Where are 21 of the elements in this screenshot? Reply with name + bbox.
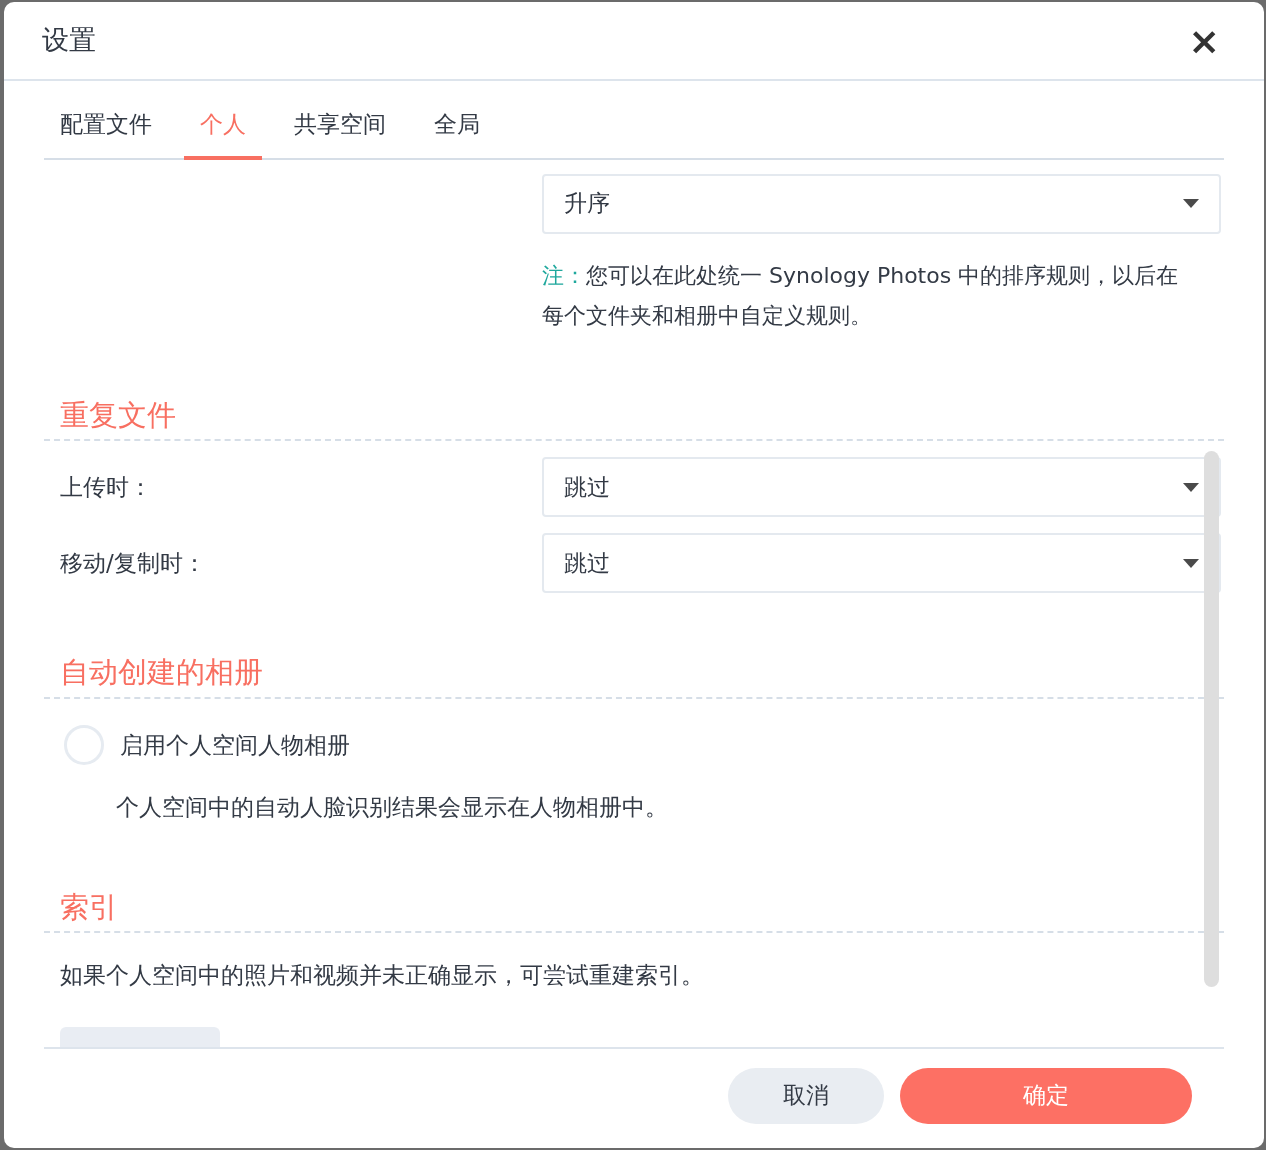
dropdown[interactable]: 跳过 <box>542 457 1221 517</box>
tab[interactable]: 共享空间 <box>278 95 402 160</box>
tab[interactable]: 全局 <box>418 95 496 160</box>
dialog-title: 设置 <box>42 23 96 58</box>
caret-icon <box>1183 558 1199 568</box>
dropdown[interactable]: 升序 <box>542 173 1221 234</box>
caret-icon <box>1183 482 1199 492</box>
note-text: 注：您可以在此处统一 Synology Photos 中的排序规则，以后在每个文件夹和相册中自定义规则。 <box>542 261 1180 330</box>
tab[interactable]: 配置文件 <box>44 95 168 160</box>
field-label: 移动/复制时： <box>59 548 207 578</box>
radio-label: 启用个人空间人物相册 <box>120 730 350 760</box>
body-text: 如果个人空间中的照片和视频并未正确显示，可尝试重建索引。 <box>59 961 704 990</box>
description-text: 个人空间中的自动人脸识别结果会显示在人物相册中。 <box>115 792 668 822</box>
dropdown[interactable]: 跳过 <box>542 533 1221 593</box>
section-title: 重复文件 <box>44 393 1224 441</box>
caret-icon <box>1183 199 1199 208</box>
close-button[interactable]: × <box>1184 21 1224 60</box>
cancel-button[interactable]: 取消 <box>728 1067 884 1124</box>
radio-button[interactable] <box>64 724 104 765</box>
field-label: 上传时： <box>59 472 153 502</box>
scrollbar-thumb[interactable] <box>1204 450 1219 987</box>
